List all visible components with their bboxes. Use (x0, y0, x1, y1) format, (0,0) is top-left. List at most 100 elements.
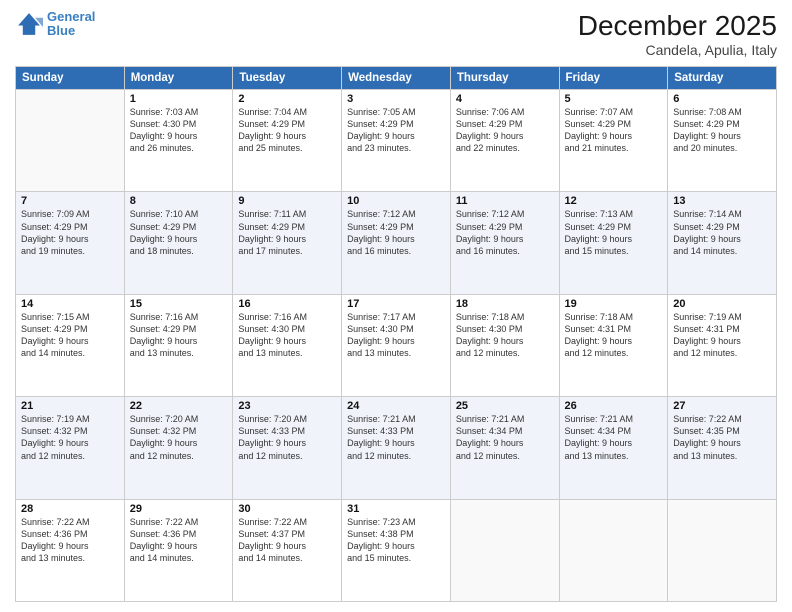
table-row: 9Sunrise: 7:11 AM Sunset: 4:29 PM Daylig… (233, 192, 342, 294)
table-row (16, 90, 125, 192)
table-row: 17Sunrise: 7:17 AM Sunset: 4:30 PM Dayli… (342, 294, 451, 396)
day-number: 1 (130, 93, 228, 105)
day-number: 31 (347, 503, 445, 515)
table-row: 21Sunrise: 7:19 AM Sunset: 4:32 PM Dayli… (16, 397, 125, 499)
day-number: 26 (565, 400, 663, 412)
table-row (559, 499, 668, 601)
day-info: Sunrise: 7:08 AM Sunset: 4:29 PM Dayligh… (673, 106, 771, 155)
day-number: 4 (456, 93, 554, 105)
day-info: Sunrise: 7:16 AM Sunset: 4:30 PM Dayligh… (238, 311, 336, 360)
day-info: Sunrise: 7:16 AM Sunset: 4:29 PM Dayligh… (130, 311, 228, 360)
day-info: Sunrise: 7:12 AM Sunset: 4:29 PM Dayligh… (347, 208, 445, 257)
table-row: 8Sunrise: 7:10 AM Sunset: 4:29 PM Daylig… (124, 192, 233, 294)
table-row: 13Sunrise: 7:14 AM Sunset: 4:29 PM Dayli… (668, 192, 777, 294)
title-block: December 2025 Candela, Apulia, Italy (578, 10, 777, 58)
day-number: 21 (21, 400, 119, 412)
table-row (668, 499, 777, 601)
calendar-week-row: 14Sunrise: 7:15 AM Sunset: 4:29 PM Dayli… (16, 294, 777, 396)
day-info: Sunrise: 7:18 AM Sunset: 4:31 PM Dayligh… (565, 311, 663, 360)
day-number: 2 (238, 93, 336, 105)
table-row: 27Sunrise: 7:22 AM Sunset: 4:35 PM Dayli… (668, 397, 777, 499)
table-row: 10Sunrise: 7:12 AM Sunset: 4:29 PM Dayli… (342, 192, 451, 294)
calendar-table: Sunday Monday Tuesday Wednesday Thursday… (15, 66, 777, 602)
day-info: Sunrise: 7:22 AM Sunset: 4:36 PM Dayligh… (21, 516, 119, 565)
day-number: 10 (347, 195, 445, 207)
table-row: 19Sunrise: 7:18 AM Sunset: 4:31 PM Dayli… (559, 294, 668, 396)
day-number: 14 (21, 298, 119, 310)
table-row: 29Sunrise: 7:22 AM Sunset: 4:36 PM Dayli… (124, 499, 233, 601)
day-info: Sunrise: 7:21 AM Sunset: 4:33 PM Dayligh… (347, 413, 445, 462)
day-info: Sunrise: 7:07 AM Sunset: 4:29 PM Dayligh… (565, 106, 663, 155)
col-wednesday: Wednesday (342, 67, 451, 90)
day-number: 12 (565, 195, 663, 207)
weekday-header-row: Sunday Monday Tuesday Wednesday Thursday… (16, 67, 777, 90)
day-info: Sunrise: 7:13 AM Sunset: 4:29 PM Dayligh… (565, 208, 663, 257)
calendar-week-row: 28Sunrise: 7:22 AM Sunset: 4:36 PM Dayli… (16, 499, 777, 601)
col-thursday: Thursday (450, 67, 559, 90)
logo-line2: Blue (47, 23, 75, 38)
table-row: 28Sunrise: 7:22 AM Sunset: 4:36 PM Dayli… (16, 499, 125, 601)
logo-text: General Blue (47, 10, 95, 39)
day-number: 5 (565, 93, 663, 105)
table-row: 23Sunrise: 7:20 AM Sunset: 4:33 PM Dayli… (233, 397, 342, 499)
day-number: 6 (673, 93, 771, 105)
day-info: Sunrise: 7:09 AM Sunset: 4:29 PM Dayligh… (21, 208, 119, 257)
table-row: 12Sunrise: 7:13 AM Sunset: 4:29 PM Dayli… (559, 192, 668, 294)
day-number: 16 (238, 298, 336, 310)
logo-icon (15, 10, 43, 38)
day-info: Sunrise: 7:22 AM Sunset: 4:35 PM Dayligh… (673, 413, 771, 462)
day-number: 24 (347, 400, 445, 412)
col-saturday: Saturday (668, 67, 777, 90)
day-info: Sunrise: 7:15 AM Sunset: 4:29 PM Dayligh… (21, 311, 119, 360)
day-number: 17 (347, 298, 445, 310)
table-row: 11Sunrise: 7:12 AM Sunset: 4:29 PM Dayli… (450, 192, 559, 294)
calendar-week-row: 21Sunrise: 7:19 AM Sunset: 4:32 PM Dayli… (16, 397, 777, 499)
table-row: 24Sunrise: 7:21 AM Sunset: 4:33 PM Dayli… (342, 397, 451, 499)
logo-line1: General (47, 9, 95, 24)
table-row: 20Sunrise: 7:19 AM Sunset: 4:31 PM Dayli… (668, 294, 777, 396)
table-row: 15Sunrise: 7:16 AM Sunset: 4:29 PM Dayli… (124, 294, 233, 396)
day-number: 7 (21, 195, 119, 207)
main-title: December 2025 (578, 10, 777, 42)
day-info: Sunrise: 7:21 AM Sunset: 4:34 PM Dayligh… (565, 413, 663, 462)
day-number: 19 (565, 298, 663, 310)
day-number: 30 (238, 503, 336, 515)
day-info: Sunrise: 7:23 AM Sunset: 4:38 PM Dayligh… (347, 516, 445, 565)
table-row: 6Sunrise: 7:08 AM Sunset: 4:29 PM Daylig… (668, 90, 777, 192)
table-row: 30Sunrise: 7:22 AM Sunset: 4:37 PM Dayli… (233, 499, 342, 601)
table-row: 16Sunrise: 7:16 AM Sunset: 4:30 PM Dayli… (233, 294, 342, 396)
day-info: Sunrise: 7:20 AM Sunset: 4:32 PM Dayligh… (130, 413, 228, 462)
day-info: Sunrise: 7:19 AM Sunset: 4:31 PM Dayligh… (673, 311, 771, 360)
day-number: 9 (238, 195, 336, 207)
table-row: 7Sunrise: 7:09 AM Sunset: 4:29 PM Daylig… (16, 192, 125, 294)
col-sunday: Sunday (16, 67, 125, 90)
day-info: Sunrise: 7:05 AM Sunset: 4:29 PM Dayligh… (347, 106, 445, 155)
table-row: 2Sunrise: 7:04 AM Sunset: 4:29 PM Daylig… (233, 90, 342, 192)
logo: General Blue (15, 10, 95, 39)
day-info: Sunrise: 7:14 AM Sunset: 4:29 PM Dayligh… (673, 208, 771, 257)
day-info: Sunrise: 7:11 AM Sunset: 4:29 PM Dayligh… (238, 208, 336, 257)
day-info: Sunrise: 7:22 AM Sunset: 4:36 PM Dayligh… (130, 516, 228, 565)
day-number: 18 (456, 298, 554, 310)
col-tuesday: Tuesday (233, 67, 342, 90)
day-info: Sunrise: 7:17 AM Sunset: 4:30 PM Dayligh… (347, 311, 445, 360)
table-row: 22Sunrise: 7:20 AM Sunset: 4:32 PM Dayli… (124, 397, 233, 499)
day-number: 27 (673, 400, 771, 412)
sub-title: Candela, Apulia, Italy (578, 42, 777, 58)
table-row: 4Sunrise: 7:06 AM Sunset: 4:29 PM Daylig… (450, 90, 559, 192)
calendar-week-row: 7Sunrise: 7:09 AM Sunset: 4:29 PM Daylig… (16, 192, 777, 294)
day-info: Sunrise: 7:19 AM Sunset: 4:32 PM Dayligh… (21, 413, 119, 462)
day-number: 28 (21, 503, 119, 515)
day-info: Sunrise: 7:18 AM Sunset: 4:30 PM Dayligh… (456, 311, 554, 360)
header: General Blue December 2025 Candela, Apul… (15, 10, 777, 58)
day-info: Sunrise: 7:03 AM Sunset: 4:30 PM Dayligh… (130, 106, 228, 155)
day-info: Sunrise: 7:20 AM Sunset: 4:33 PM Dayligh… (238, 413, 336, 462)
table-row: 26Sunrise: 7:21 AM Sunset: 4:34 PM Dayli… (559, 397, 668, 499)
day-number: 29 (130, 503, 228, 515)
day-info: Sunrise: 7:10 AM Sunset: 4:29 PM Dayligh… (130, 208, 228, 257)
page: General Blue December 2025 Candela, Apul… (0, 0, 792, 612)
day-info: Sunrise: 7:04 AM Sunset: 4:29 PM Dayligh… (238, 106, 336, 155)
day-number: 3 (347, 93, 445, 105)
day-number: 8 (130, 195, 228, 207)
table-row: 14Sunrise: 7:15 AM Sunset: 4:29 PM Dayli… (16, 294, 125, 396)
